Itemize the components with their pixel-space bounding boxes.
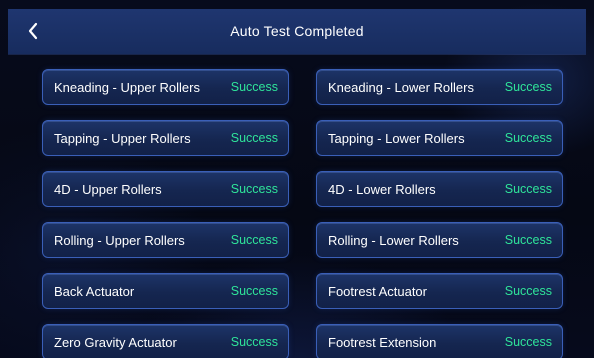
test-label: Back Actuator bbox=[54, 283, 135, 299]
back-button[interactable] bbox=[20, 17, 46, 45]
status-badge: Success bbox=[230, 233, 278, 247]
page-title: Auto Test Completed bbox=[230, 23, 364, 39]
test-label: 4D - Lower Rollers bbox=[328, 181, 436, 197]
test-label: Rolling - Lower Rollers bbox=[328, 232, 459, 248]
status-badge: Success bbox=[504, 284, 552, 298]
status-badge: Success bbox=[230, 284, 278, 298]
test-item-kneading-upper[interactable]: Kneading - Upper Rollers Success bbox=[42, 69, 289, 105]
test-label: Rolling - Upper Rollers bbox=[54, 232, 185, 248]
test-label: Tapping - Upper Rollers bbox=[54, 130, 191, 146]
test-item-back-actuator[interactable]: Back Actuator Success bbox=[42, 273, 289, 309]
test-item-zero-gravity-actuator[interactable]: Zero Gravity Actuator Success bbox=[42, 324, 289, 358]
status-badge: Success bbox=[504, 182, 552, 196]
status-badge: Success bbox=[504, 335, 552, 349]
test-results-grid: Kneading - Upper Rollers Success Kneadin… bbox=[42, 69, 563, 358]
status-badge: Success bbox=[230, 131, 278, 145]
status-badge: Success bbox=[230, 335, 278, 349]
test-item-footrest-extension[interactable]: Footrest Extension Success bbox=[316, 324, 563, 358]
test-item-kneading-lower[interactable]: Kneading - Lower Rollers Success bbox=[316, 69, 563, 105]
chevron-left-icon bbox=[28, 22, 38, 40]
status-badge: Success bbox=[504, 233, 552, 247]
test-label: Tapping - Lower Rollers bbox=[328, 130, 465, 146]
test-item-4d-lower[interactable]: 4D - Lower Rollers Success bbox=[316, 171, 563, 207]
test-item-4d-upper[interactable]: 4D - Upper Rollers Success bbox=[42, 171, 289, 207]
test-item-tapping-upper[interactable]: Tapping - Upper Rollers Success bbox=[42, 120, 289, 156]
status-badge: Success bbox=[230, 182, 278, 196]
test-item-rolling-upper[interactable]: Rolling - Upper Rollers Success bbox=[42, 222, 289, 258]
test-label: 4D - Upper Rollers bbox=[54, 181, 162, 197]
test-item-rolling-lower[interactable]: Rolling - Lower Rollers Success bbox=[316, 222, 563, 258]
status-badge: Success bbox=[230, 80, 278, 94]
screen: Auto Test Completed Kneading - Upper Rol… bbox=[0, 0, 594, 358]
status-badge: Success bbox=[504, 80, 552, 94]
test-label: Footrest Actuator bbox=[328, 283, 427, 299]
test-label: Kneading - Upper Rollers bbox=[54, 79, 200, 95]
test-label: Kneading - Lower Rollers bbox=[328, 79, 474, 95]
test-label: Zero Gravity Actuator bbox=[54, 334, 177, 350]
status-badge: Success bbox=[504, 131, 552, 145]
test-label: Footrest Extension bbox=[328, 334, 437, 350]
test-item-tapping-lower[interactable]: Tapping - Lower Rollers Success bbox=[316, 120, 563, 156]
test-item-footrest-actuator[interactable]: Footrest Actuator Success bbox=[316, 273, 563, 309]
header-bar: Auto Test Completed bbox=[8, 9, 586, 54]
